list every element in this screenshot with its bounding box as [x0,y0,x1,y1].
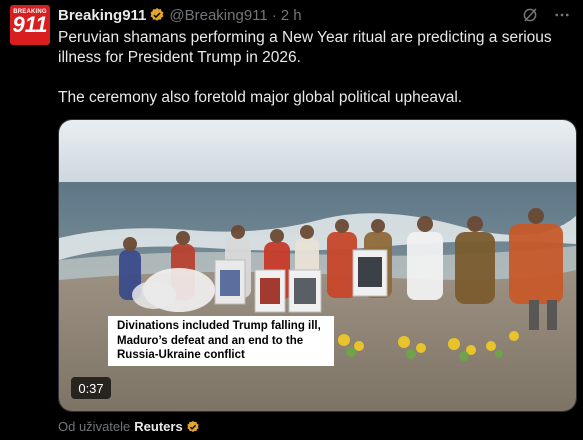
video-player[interactable]: Divinations included Trump falling ill, … [58,119,577,412]
verified-badge-icon[interactable] [149,7,165,23]
grok-icon[interactable] [521,6,539,24]
timestamp[interactable]: 2 h [281,7,302,24]
media-source-attribution: Od uživatele Reuters [58,419,204,434]
top-right-actions [521,6,571,24]
avatar-logo-text-big: 911 [12,12,48,37]
video-frame-image [59,120,576,411]
video-duration: 0:37 [71,377,111,399]
source-prefix: Od uživatele [58,419,131,434]
tweet-paragraph-1: Peruvian shamans performing a New Year r… [58,29,552,66]
tweet-paragraph-2: The ceremony also foretold major global … [58,89,463,106]
tweet-text: Peruvian shamans performing a New Year r… [58,28,568,108]
verified-badge-icon [186,420,200,434]
display-name[interactable]: Breaking911 [58,7,146,24]
tweet-header: Breaking911 @Breaking911 · 2 h [58,4,302,26]
video-caption: Divinations included Trump falling ill, … [108,316,334,366]
handle[interactable]: @Breaking911 [169,7,267,24]
avatar[interactable]: BREAKING 911 [10,5,50,45]
separator-dot: · [271,6,277,24]
more-options-icon[interactable] [553,6,571,24]
source-name-link[interactable]: Reuters [134,419,182,434]
